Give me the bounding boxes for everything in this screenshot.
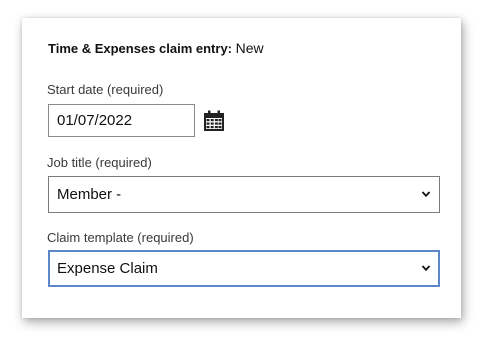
calendar-icon[interactable]	[203, 110, 225, 132]
claim-template-label: Claim template (required)	[47, 230, 194, 245]
start-date-label: Start date (required)	[47, 82, 164, 97]
job-title-selected-value: Member -	[57, 186, 122, 203]
chevron-down-icon	[421, 191, 431, 198]
chevron-down-icon	[421, 265, 431, 272]
claim-status: New	[235, 40, 264, 56]
start-date-input[interactable]: 01/07/2022	[48, 104, 195, 137]
claim-template-select[interactable]: Expense Claim	[48, 250, 440, 287]
form-heading: Time & Expenses claim entry: New	[48, 40, 264, 56]
form-title: Time & Expenses claim entry:	[48, 41, 233, 56]
claim-template-selected-value: Expense Claim	[57, 260, 158, 277]
claim-entry-panel: Time & Expenses claim entry: New Start d…	[22, 18, 461, 318]
job-title-label: Job title (required)	[47, 155, 152, 170]
job-title-select[interactable]: Member -	[48, 176, 440, 213]
